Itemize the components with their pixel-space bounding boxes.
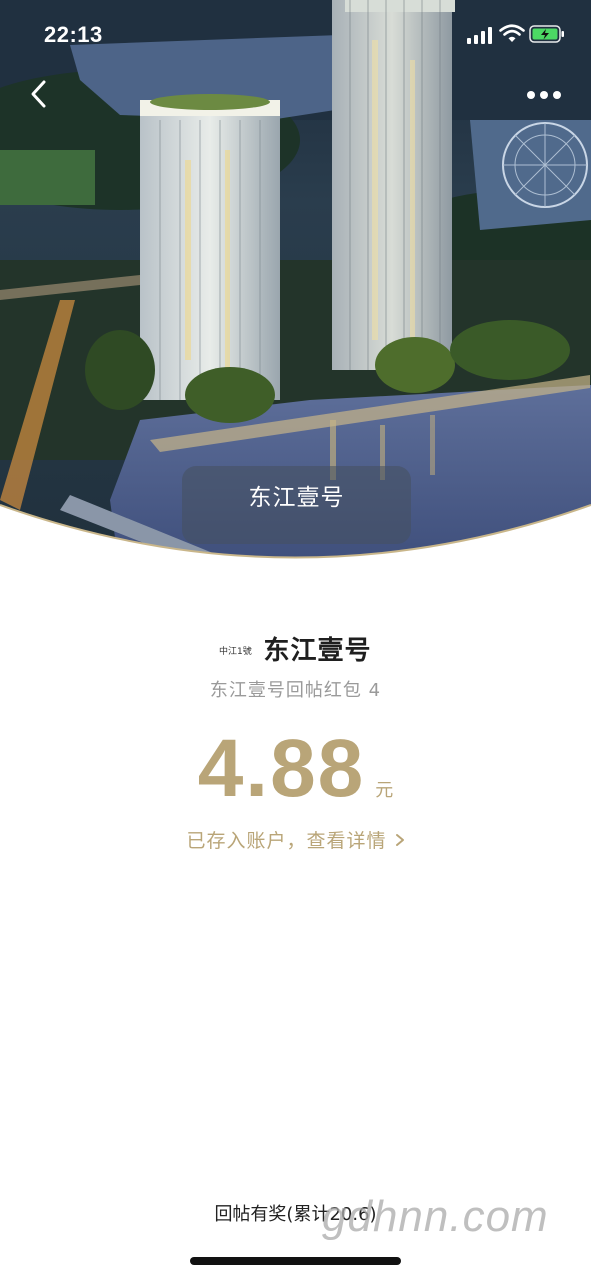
watermark: gdhnn.com	[322, 1192, 549, 1241]
battery-icon	[529, 25, 564, 43]
status-time: 22:13	[44, 22, 103, 47]
status-bar: 22:13	[0, 0, 591, 70]
chevron-down-icon[interactable]	[282, 514, 591, 575]
brand-logo: 中江1號	[219, 645, 252, 657]
wifi-icon	[499, 24, 525, 42]
view-details-link[interactable]: 已存入账户，查看详情	[0, 826, 591, 853]
red-packet-subtitle: 东江壹号回帖红包 4	[209, 680, 382, 701]
cellular-signal-icon	[467, 27, 492, 44]
page-title: 东江壹号	[263, 636, 372, 666]
hero-image: 东江壹号	[0, 0, 591, 575]
chevron-right-icon	[395, 834, 404, 846]
amount-unit: 元	[375, 780, 394, 801]
home-indicator[interactable]	[190, 1257, 401, 1265]
project-selector-label: 东江壹号	[248, 485, 345, 511]
view-details-label: 已存入账户，查看详情	[186, 830, 387, 852]
chevron-left-icon	[31, 80, 46, 108]
title-row: 中江1號 东江壹号	[0, 630, 591, 668]
amount-value: 4.88	[197, 723, 366, 814]
back-button[interactable]	[22, 76, 56, 112]
more-dots-icon	[527, 91, 561, 99]
amount-row: 4.88 元	[0, 722, 591, 814]
brand-logo-text: 中江1號	[219, 645, 252, 657]
more-options-button[interactable]	[522, 84, 566, 106]
